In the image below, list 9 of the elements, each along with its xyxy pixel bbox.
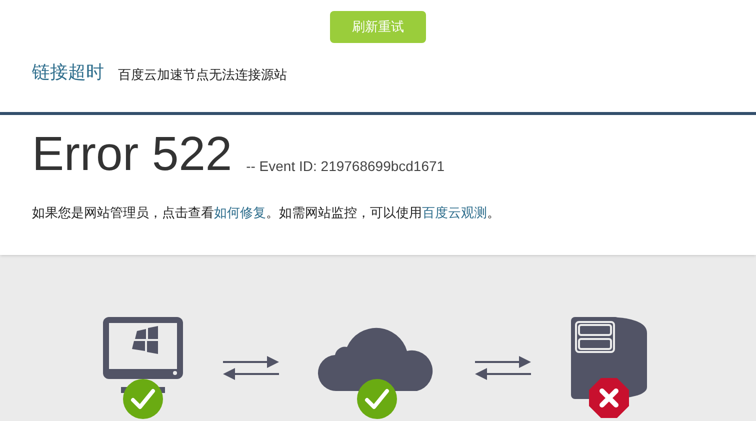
- help-link[interactable]: 百度云观测: [422, 205, 487, 220]
- help-message: 如果您是网站管理员，点击查看如何修复。如需网站监控，可以使用百度云观测。: [32, 204, 501, 222]
- error-title: 链接超时: [32, 63, 104, 81]
- transfer-arrows-icon: [473, 355, 533, 381]
- error-code: Error 522: [32, 131, 232, 179]
- event-id: -- Event ID: 219768699bcd1671: [246, 157, 445, 176]
- error-subtitle: 百度云加速节点无法连接源站: [118, 68, 287, 81]
- help-link[interactable]: 如何修复: [214, 205, 266, 220]
- transfer-arrows-icon: [221, 355, 281, 381]
